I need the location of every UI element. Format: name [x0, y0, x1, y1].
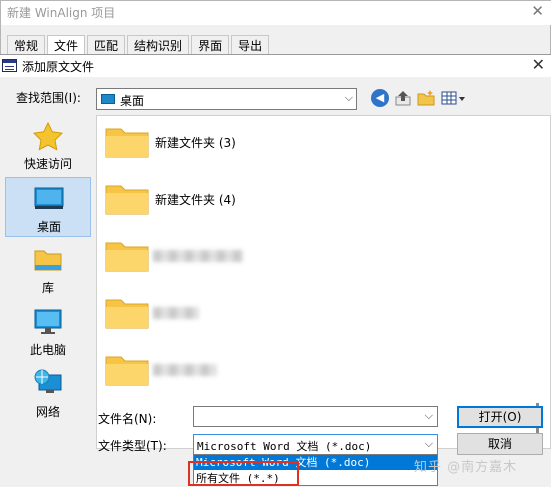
back-icon[interactable]: ◀: [371, 89, 389, 107]
file-name: 新建文件夹 (3): [155, 136, 236, 150]
dialog-app-icon: [2, 59, 17, 72]
file-name-label: 文件名(N):: [98, 412, 157, 426]
list-item[interactable]: [105, 293, 445, 333]
blurred-file-name: [153, 307, 199, 319]
places-bar: 快速访问 桌面 库 此电脑 网络: [5, 115, 92, 425]
list-item[interactable]: 新建文件夹 (4): [105, 179, 445, 219]
add-source-file-dialog: 添加原文文件 ✕ 查找范围(I): 桌面 ⌵ ◀ 快速访问 桌面 库 此电脑 网…: [0, 54, 551, 487]
file-name: 新建文件夹 (4): [155, 193, 236, 207]
place-quick-access[interactable]: 快速访问: [5, 115, 91, 175]
chevron-down-icon: ⌵: [344, 91, 353, 104]
watermark: 知乎 @南方嘉木: [414, 460, 518, 475]
new-folder-icon[interactable]: [417, 89, 435, 107]
chevron-down-icon: ⌵: [424, 437, 433, 450]
place-label-this-pc: 此电脑: [29, 343, 66, 357]
look-in-value: 桌面: [120, 94, 145, 108]
desktop-icon: [34, 187, 64, 209]
folder-icon: [105, 242, 149, 272]
blurred-file-name: [153, 250, 243, 262]
place-network[interactable]: 网络: [5, 363, 91, 423]
place-label-quick-access: 快速访问: [23, 157, 72, 171]
dialog-close-icon[interactable]: ✕: [532, 55, 545, 74]
star-icon: [32, 121, 64, 151]
open-button[interactable]: 打开(O): [457, 406, 543, 428]
list-item[interactable]: [105, 236, 445, 276]
desktop-mini-icon: [101, 94, 115, 104]
network-icon: [34, 369, 62, 393]
place-library[interactable]: 库: [5, 239, 91, 299]
list-item[interactable]: 新建文件夹 (3): [105, 122, 445, 162]
file-type-label: 文件类型(T):: [98, 439, 167, 453]
folder-icon: [105, 356, 149, 386]
file-list[interactable]: 新建文件夹 (3) 新建文件夹 (4): [96, 115, 551, 449]
dialog-title: 添加原文文件: [22, 60, 95, 74]
place-label-desktop: 桌面: [36, 220, 61, 234]
library-icon: [34, 250, 62, 271]
place-label-network: 网络: [35, 405, 60, 419]
file-name-input[interactable]: ⌵: [193, 406, 438, 427]
winalign-titlebar: 新建 WinAlign 项目 ✕: [1, 1, 551, 25]
dialog-titlebar: 添加原文文件 ✕: [0, 55, 551, 77]
folder-icon: [105, 299, 149, 329]
file-type-combo[interactable]: Microsoft Word 文档 (*.doc) ⌵: [193, 434, 438, 455]
list-item[interactable]: [105, 350, 445, 390]
annotation-highlight-box: [188, 461, 299, 486]
blurred-file-name: [153, 364, 217, 376]
folder-icon: [105, 185, 149, 215]
place-this-pc[interactable]: 此电脑: [5, 301, 91, 361]
place-label-library: 库: [41, 281, 54, 295]
view-menu-icon[interactable]: [441, 89, 467, 107]
folder-icon: [105, 128, 149, 158]
winalign-title: 新建 WinAlign 项目: [7, 6, 116, 20]
cancel-button[interactable]: 取消: [457, 433, 543, 455]
up-folder-icon[interactable]: [394, 89, 412, 107]
file-type-value: Microsoft Word 文档 (*.doc): [197, 440, 372, 453]
look-in-combo[interactable]: 桌面 ⌵: [96, 88, 357, 110]
winalign-close-icon[interactable]: ✕: [531, 2, 544, 20]
chevron-down-icon[interactable]: ⌵: [425, 409, 433, 423]
place-desktop[interactable]: 桌面: [5, 177, 91, 237]
look-in-label: 查找范围(I):: [16, 91, 81, 105]
computer-icon: [34, 309, 62, 334]
